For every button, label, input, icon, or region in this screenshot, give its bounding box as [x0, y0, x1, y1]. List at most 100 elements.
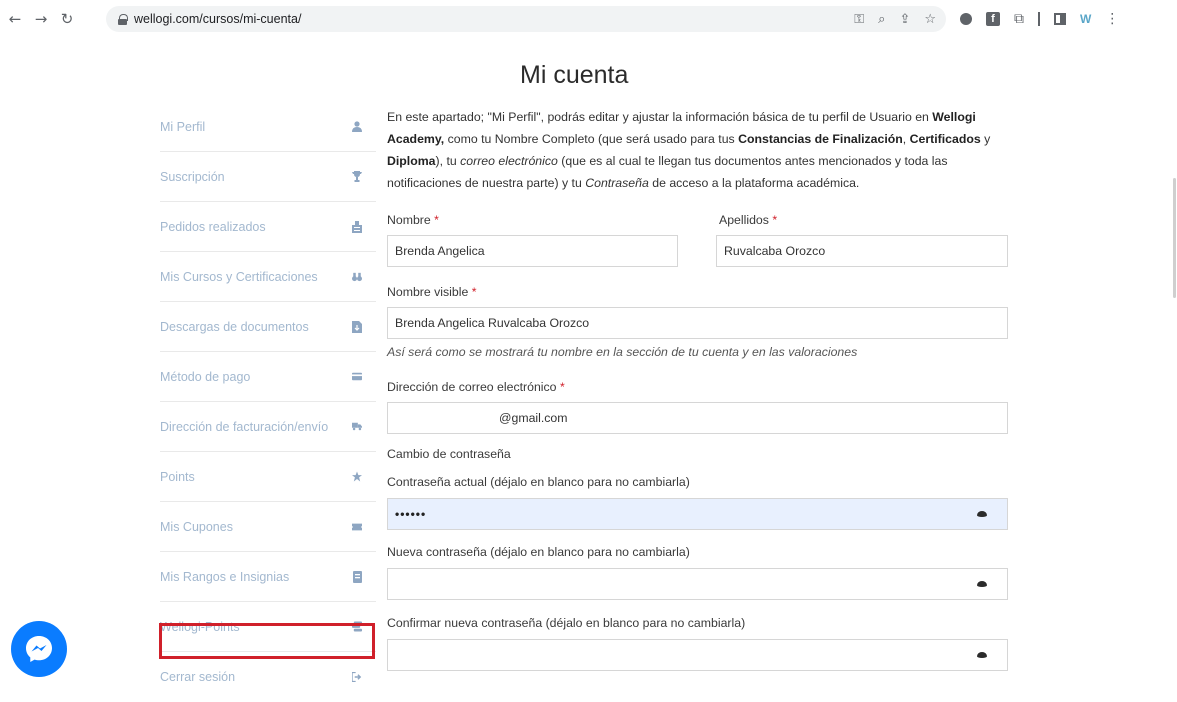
page-title: Mi cuenta: [520, 61, 629, 89]
nombre-input[interactable]: Brenda Angelica: [387, 235, 678, 267]
password-mask: ••••••: [395, 507, 427, 521]
side-panel-icon[interactable]: [1054, 13, 1066, 25]
sidebar-item-label: Suscripción: [160, 169, 225, 184]
sidebar-item-descargas[interactable]: Descargas de documentos: [160, 302, 376, 352]
intro-bold: Constancias de Finalización: [738, 132, 903, 146]
required-mark: *: [772, 213, 778, 227]
wellogi-extension-icon[interactable]: W: [1080, 12, 1091, 26]
confirm-password-label: Confirmar nueva contraseña (déjalo en bl…: [387, 616, 746, 630]
sidebar-item-pedidos[interactable]: Pedidos realizados: [160, 202, 376, 252]
sidebar-item-label: Mis Rangos e Insignias: [160, 569, 290, 584]
apellidos-label-text: Apellidos: [719, 213, 769, 227]
sidebar-item-label: Mis Cursos y Certificaciones: [160, 269, 318, 284]
puzzle-extensions-icon[interactable]: ⧉: [1014, 11, 1024, 27]
browser-menu-icon[interactable]: ⋮: [1105, 11, 1119, 27]
current-password-input[interactable]: ••••••: [387, 498, 1008, 530]
facebook-extension-icon[interactable]: f: [986, 12, 1000, 26]
messenger-icon: [26, 636, 52, 662]
share-icon[interactable]: ⇪: [899, 12, 910, 27]
profile-form-area: En este apartado; "Mi Perfil", podrás ed…: [387, 106, 1009, 194]
scrollbar-thumb[interactable]: [1173, 178, 1176, 298]
sidebar-item-label: Dirección de facturación/envío: [160, 419, 329, 434]
nombre-label-text: Nombre: [387, 213, 431, 227]
sidebar-item-cerrar-sesion[interactable]: Cerrar sesión: [160, 652, 376, 702]
sidebar-item-mis-cursos[interactable]: Mis Cursos y Certificaciones: [160, 252, 376, 302]
sidebar-item-label: Cerrar sesión: [160, 670, 236, 684]
binoculars-icon: [352, 271, 362, 283]
forward-arrow-icon[interactable]: →: [30, 8, 52, 30]
sidebar-item-label: Método de pago: [160, 369, 251, 384]
sidebar-item-rangos[interactable]: Mis Rangos e Insignias: [160, 552, 376, 602]
zoom-icon[interactable]: ⌕: [878, 12, 885, 27]
account-sidebar: Mi Perfil Suscripción Pedidos realizados…: [160, 102, 376, 702]
toolbar-divider: [1038, 12, 1040, 26]
key-icon[interactable]: ⚿: [854, 12, 864, 27]
apellidos-label: Apellidos *: [719, 213, 777, 227]
trophy-icon: [352, 171, 362, 183]
email-label: Dirección de correo electrónico *: [387, 380, 565, 394]
messenger-chat-button[interactable]: [11, 621, 67, 677]
required-mark: *: [471, 285, 477, 299]
user-icon: [352, 121, 362, 133]
reload-icon[interactable]: ↻: [56, 8, 78, 30]
email-input[interactable]: @gmail.com: [387, 402, 1008, 434]
sidebar-item-label: Points: [160, 469, 195, 484]
logout-highlight-box: [159, 623, 375, 659]
extension-circle-icon[interactable]: [960, 13, 972, 25]
lock-icon[interactable]: [118, 13, 128, 25]
eye-icon[interactable]: [977, 511, 987, 517]
sidebar-item-label: Mis Cupones: [160, 519, 233, 534]
file-download-icon: [352, 320, 362, 333]
apellidos-input[interactable]: Ruvalcaba Orozco: [716, 235, 1008, 267]
new-password-label: Nueva contraseña (déjalo en blanco para …: [387, 545, 690, 559]
sidebar-item-label: Descargas de documentos: [160, 319, 309, 334]
nombre-visible-hint: Así será como se mostrará tu nombre en l…: [387, 345, 858, 359]
bookmark-star-icon[interactable]: ☆: [924, 12, 936, 27]
logout-icon: [352, 671, 362, 683]
nombre-visible-input[interactable]: Brenda Angelica Ruvalcaba Orozco: [387, 307, 1008, 339]
sidebar-item-label: Mi Perfil: [160, 119, 206, 134]
eye-icon[interactable]: [977, 581, 987, 587]
intro-part: como tu Nombre Completo (que será usado …: [444, 132, 739, 146]
nombre-visible-label: Nombre visible *: [387, 285, 477, 299]
badge-icon: [352, 570, 362, 583]
intro-part: En este apartado; "Mi Perfil", podrás ed…: [387, 110, 933, 124]
address-bar[interactable]: wellogi.com/cursos/mi-cuenta/ ⚿ ⌕ ⇪ ☆: [106, 6, 946, 32]
nombre-label: Nombre *: [387, 213, 439, 227]
intro-italic: correo electrónico: [460, 154, 558, 168]
truck-icon: [352, 421, 362, 433]
intro-part: ,: [902, 132, 910, 146]
sidebar-item-suscripcion[interactable]: Suscripción: [160, 152, 376, 202]
page-content: Mi cuenta Mi Perfil Suscripción Pedidos …: [0, 38, 1177, 684]
new-password-input[interactable]: [387, 568, 1008, 600]
intro-bold: Diploma: [387, 154, 436, 168]
password-section-title: Cambio de contraseña: [387, 447, 511, 461]
intro-part: ), tu: [435, 154, 461, 168]
intro-part: de acceso a la plataforma académica.: [648, 176, 860, 190]
sidebar-item-mi-perfil[interactable]: Mi Perfil: [160, 102, 376, 152]
sidebar-item-points[interactable]: Points: [160, 452, 376, 502]
url-text: wellogi.com/cursos/mi-cuenta/: [134, 12, 302, 26]
required-mark: *: [434, 213, 439, 227]
sidebar-item-metodo-pago[interactable]: Método de pago: [160, 352, 376, 402]
back-arrow-icon[interactable]: ←: [4, 8, 26, 30]
intro-italic: Contraseña: [585, 176, 649, 190]
intro-text: En este apartado; "Mi Perfil", podrás ed…: [387, 106, 1009, 194]
intro-bold: Certificados: [909, 132, 981, 146]
credit-card-icon: [352, 371, 362, 383]
coupon-icon: [352, 521, 362, 533]
sidebar-item-direccion[interactable]: Dirección de facturación/envío: [160, 402, 376, 452]
intro-part: y: [980, 132, 991, 146]
email-label-text: Dirección de correo electrónico: [387, 380, 557, 394]
required-mark: *: [559, 380, 565, 394]
eye-icon[interactable]: [977, 652, 987, 658]
confirm-password-input[interactable]: [387, 639, 1008, 671]
current-password-label: Contraseña actual (déjalo en blanco para…: [387, 475, 690, 489]
orders-icon: [352, 220, 362, 233]
nombre-visible-label-text: Nombre visible: [387, 285, 469, 299]
browser-toolbar: ← → ↻ wellogi.com/cursos/mi-cuenta/ ⚿ ⌕ …: [0, 0, 1177, 38]
scrollbar[interactable]: [1171, 38, 1177, 667]
sidebar-item-mis-cupones[interactable]: Mis Cupones: [160, 502, 376, 552]
star-icon: [352, 471, 362, 483]
sidebar-item-label: Pedidos realizados: [160, 219, 266, 234]
